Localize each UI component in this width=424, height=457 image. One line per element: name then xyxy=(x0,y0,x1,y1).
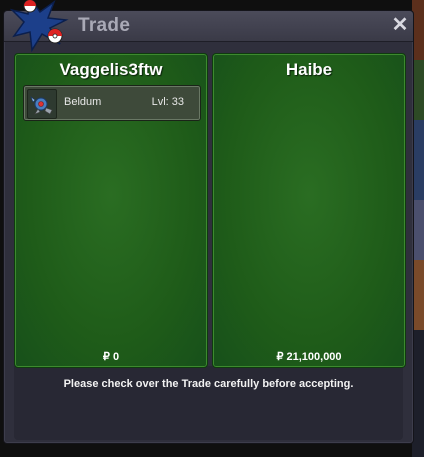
trade-window: Trade ✕ Vaggelis3ftw Beldum Lvl: 33 ₽ 0 … xyxy=(3,10,414,444)
item-name: Beldum xyxy=(64,96,102,108)
trade-item-slot[interactable]: Beldum Lvl: 33 xyxy=(23,85,201,121)
trade-panel-partner: Haibe ₽ 21,100,000 xyxy=(212,53,406,368)
trade-panel-self: Vaggelis3ftw Beldum Lvl: 33 ₽ 0 xyxy=(14,53,208,368)
pokeball-logo-icon xyxy=(10,0,69,53)
money-offer-partner: ₽ 21,100,000 xyxy=(276,351,342,363)
window-title: Trade xyxy=(78,15,131,36)
trade-notice: Please check over the Trade carefully be… xyxy=(63,378,354,390)
beldum-icon xyxy=(27,89,57,119)
player-name-partner: Haibe xyxy=(285,60,333,79)
close-icon[interactable]: ✕ xyxy=(389,13,411,37)
money-offer-self: ₽ 0 xyxy=(102,351,120,363)
player-name-self: Vaggelis3ftw xyxy=(59,60,163,79)
item-level: Lvl: 33 xyxy=(151,96,184,108)
